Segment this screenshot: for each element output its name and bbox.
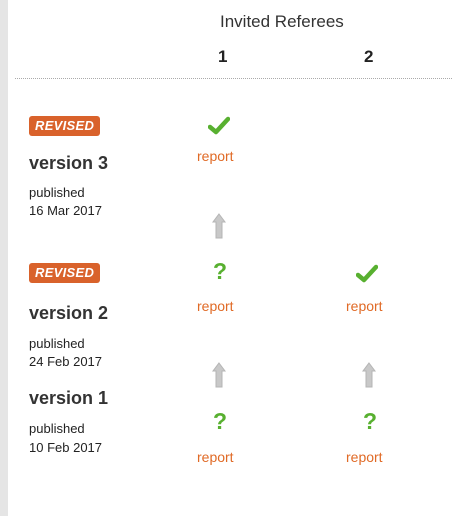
up-arrow-icon — [212, 362, 226, 388]
question-icon: ? — [212, 258, 228, 284]
referee-2-column-header: 2 — [364, 47, 374, 66]
version-1-referee-2-report-link[interactable]: report — [346, 449, 383, 465]
question-icon: ? — [212, 408, 228, 434]
revised-badge: REVISED — [29, 116, 101, 136]
version-2-referee-2-report-link[interactable]: report — [346, 298, 383, 314]
header-divider — [15, 78, 452, 79]
version-1-published-label: published — [29, 421, 85, 436]
up-arrow-icon — [362, 362, 376, 388]
invited-referees-heading: Invited Referees — [220, 12, 344, 31]
version-3-published-label: published — [29, 185, 85, 200]
up-arrow-icon — [212, 213, 226, 239]
revised-badge: REVISED — [29, 263, 101, 283]
left-border — [0, 0, 8, 516]
check-icon — [208, 116, 230, 135]
version-1-referee-1-report-link[interactable]: report — [197, 449, 234, 465]
version-3-referee-1-report-link[interactable]: report — [197, 148, 234, 164]
version-1-date: 10 Feb 2017 — [29, 440, 103, 455]
version-2-date: 24 Feb 2017 — [29, 354, 103, 369]
version-2-published-label: published — [29, 336, 85, 351]
check-icon — [356, 264, 378, 283]
version-3-title[interactable]: version 3 — [29, 153, 108, 174]
version-2-title[interactable]: version 2 — [29, 303, 108, 324]
version-1-title[interactable]: version 1 — [29, 388, 108, 409]
referee-1-column-header: 1 — [218, 47, 228, 66]
question-icon: ? — [362, 408, 378, 434]
version-3-date: 16 Mar 2017 — [29, 203, 102, 218]
version-2-referee-1-report-link[interactable]: report — [197, 298, 234, 314]
